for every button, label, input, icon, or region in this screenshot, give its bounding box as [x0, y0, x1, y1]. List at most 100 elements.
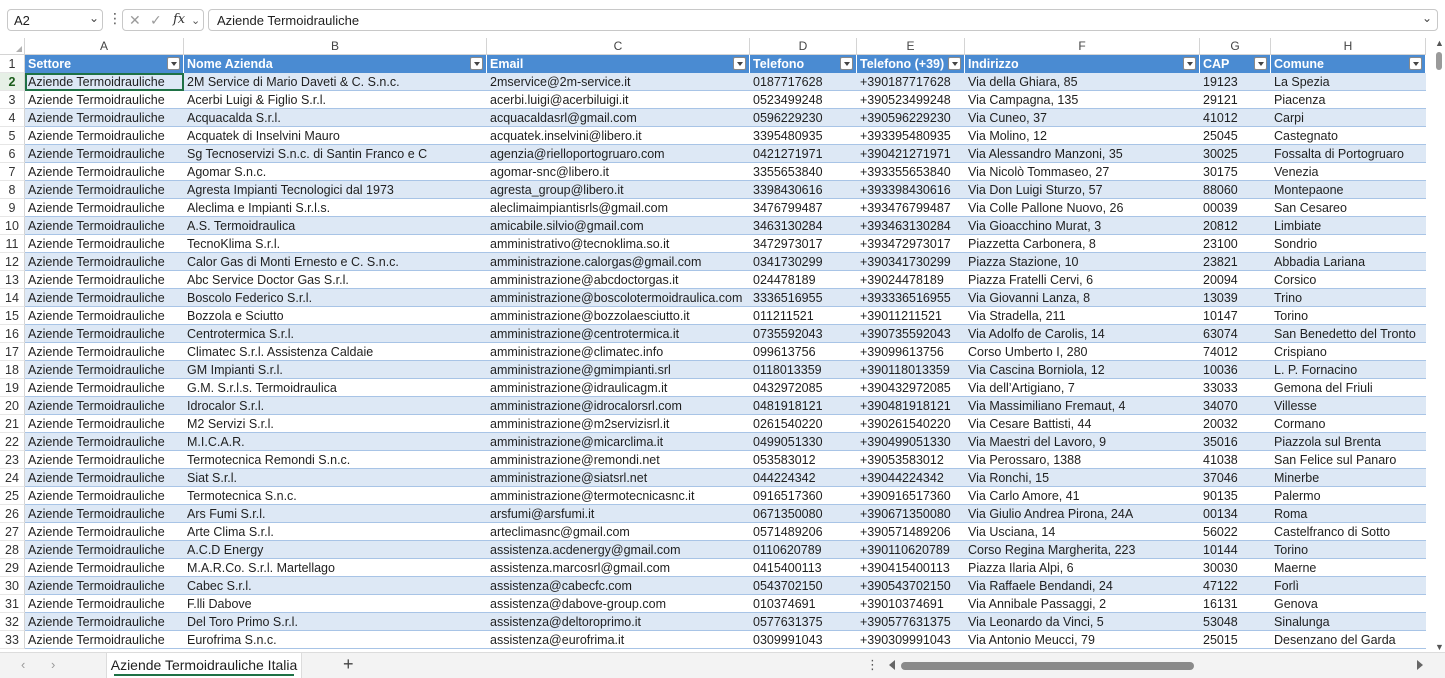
cell-comune[interactable]: Piazzola sul Brenta — [1271, 433, 1426, 451]
cell-email[interactable]: agresta_group@libero.it — [487, 181, 750, 199]
cell-nome-azienda[interactable]: Abc Service Doctor Gas S.r.l. — [184, 271, 487, 289]
cell-indirizzo[interactable]: Via Raffaele Bendandi, 24 — [965, 577, 1200, 595]
cell-comune[interactable]: Sinalunga — [1271, 613, 1426, 631]
row-header[interactable]: 13 — [0, 271, 25, 289]
cell-indirizzo[interactable]: Via Cesare Battisti, 44 — [965, 415, 1200, 433]
cell-cap[interactable]: 56022 — [1200, 523, 1271, 541]
cell-settore[interactable]: Aziende Termoidrauliche — [25, 181, 184, 199]
cell-email[interactable]: amministrazione@bozzolaesciutto.it — [487, 307, 750, 325]
cell-telefono[interactable]: 011211521 — [750, 307, 857, 325]
cell-cap[interactable]: 10036 — [1200, 361, 1271, 379]
cell-nome-azienda[interactable]: Termotecnica Remondi S.n.c. — [184, 451, 487, 469]
cell-nome-azienda[interactable]: 2M Service di Mario Daveti & C. S.n.c. — [184, 73, 487, 91]
row-header[interactable]: 25 — [0, 487, 25, 505]
cell-settore[interactable]: Aziende Termoidrauliche — [25, 145, 184, 163]
header-cell-telefono[interactable]: Telefono — [750, 55, 857, 73]
cell-cap[interactable]: 33033 — [1200, 379, 1271, 397]
cell-cap[interactable]: 20032 — [1200, 415, 1271, 433]
cell-comune[interactable]: San Cesareo — [1271, 199, 1426, 217]
cell-settore[interactable]: Aziende Termoidrauliche — [25, 217, 184, 235]
cell-comune[interactable]: Castegnato — [1271, 127, 1426, 145]
cell-email[interactable]: arsfumi@arsfumi.it — [487, 505, 750, 523]
cell-indirizzo[interactable]: Via Nicolò Tommaseo, 27 — [965, 163, 1200, 181]
cell-cap[interactable]: 20094 — [1200, 271, 1271, 289]
cell-email[interactable]: amministrativo@tecnoklima.so.it — [487, 235, 750, 253]
cell-settore[interactable]: Aziende Termoidrauliche — [25, 361, 184, 379]
cell-email[interactable]: amministrazione@remondi.net — [487, 451, 750, 469]
cell-settore[interactable]: Aziende Termoidrauliche — [25, 307, 184, 325]
cell-settore[interactable]: Aziende Termoidrauliche — [25, 163, 184, 181]
cell-nome-azienda[interactable]: Acquatek di Inselvini Mauro — [184, 127, 487, 145]
row-header[interactable]: 1 — [0, 55, 25, 73]
cell-telefono-39[interactable]: +39053583012 — [857, 451, 965, 469]
cell-cap[interactable]: 10144 — [1200, 541, 1271, 559]
row-header[interactable]: 27 — [0, 523, 25, 541]
cell-comune[interactable]: Limbiate — [1271, 217, 1426, 235]
column-header-e[interactable]: E — [857, 38, 965, 55]
cell-settore[interactable]: Aziende Termoidrauliche — [25, 451, 184, 469]
cell-email[interactable]: arteclimasnc@gmail.com — [487, 523, 750, 541]
horizontal-scroll-thumb[interactable] — [901, 662, 1194, 670]
cell-comune[interactable]: Carpi — [1271, 109, 1426, 127]
cell-telefono-39[interactable]: +390118013359 — [857, 361, 965, 379]
cell-telefono[interactable]: 053583012 — [750, 451, 857, 469]
cell-cap[interactable]: 74012 — [1200, 343, 1271, 361]
cell-telefono-39[interactable]: +390523499248 — [857, 91, 965, 109]
row-header[interactable]: 20 — [0, 397, 25, 415]
cell-telefono[interactable]: 0481918121 — [750, 397, 857, 415]
row-header[interactable]: 33 — [0, 631, 25, 649]
cell-indirizzo[interactable]: Via Adolfo de Carolis, 14 — [965, 325, 1200, 343]
cell-cap[interactable]: 20812 — [1200, 217, 1271, 235]
header-cell-telefono-39[interactable]: Telefono (+39) — [857, 55, 965, 73]
cell-nome-azienda[interactable]: Siat S.r.l. — [184, 469, 487, 487]
sheet-tab[interactable]: Aziende Termoidrauliche Italia — [106, 653, 302, 678]
cell-indirizzo[interactable]: Via Giovanni Lanza, 8 — [965, 289, 1200, 307]
cell-settore[interactable]: Aziende Termoidrauliche — [25, 487, 184, 505]
cell-indirizzo[interactable]: Via Cuneo, 37 — [965, 109, 1200, 127]
cell-settore[interactable]: Aziende Termoidrauliche — [25, 91, 184, 109]
cell-comune[interactable]: San Felice sul Panaro — [1271, 451, 1426, 469]
cell-comune[interactable]: Gemona del Friuli — [1271, 379, 1426, 397]
cell-comune[interactable]: Palermo — [1271, 487, 1426, 505]
cell-settore[interactable]: Aziende Termoidrauliche — [25, 379, 184, 397]
cell-settore[interactable]: Aziende Termoidrauliche — [25, 289, 184, 307]
cell-email[interactable]: agenzia@rielloportogruaro.com — [487, 145, 750, 163]
cell-indirizzo[interactable]: Via Gioacchino Murat, 3 — [965, 217, 1200, 235]
cell-telefono[interactable]: 0499051330 — [750, 433, 857, 451]
cell-telefono[interactable]: 3336516955 — [750, 289, 857, 307]
cell-telefono[interactable]: 0571489206 — [750, 523, 857, 541]
cell-nome-azienda[interactable]: Cabec S.r.l. — [184, 577, 487, 595]
cell-cap[interactable]: 63074 — [1200, 325, 1271, 343]
row-header[interactable]: 30 — [0, 577, 25, 595]
cell-telefono-39[interactable]: +390432972085 — [857, 379, 965, 397]
cell-email[interactable]: assistenza@deltoroprimo.it — [487, 613, 750, 631]
row-header[interactable]: 9 — [0, 199, 25, 217]
column-header-a[interactable]: A — [25, 38, 184, 55]
row-header[interactable]: 3 — [0, 91, 25, 109]
header-cell-comune[interactable]: Comune — [1271, 55, 1426, 73]
row-header[interactable]: 10 — [0, 217, 25, 235]
cell-comune[interactable]: Maerne — [1271, 559, 1426, 577]
row-header[interactable]: 29 — [0, 559, 25, 577]
cell-comune[interactable]: Roma — [1271, 505, 1426, 523]
row-header[interactable]: 5 — [0, 127, 25, 145]
cell-indirizzo[interactable]: Corso Umberto I, 280 — [965, 343, 1200, 361]
scroll-down-icon[interactable]: ▼ — [1435, 642, 1444, 652]
cell-nome-azienda[interactable]: Arte Clima S.r.l. — [184, 523, 487, 541]
cell-cap[interactable]: 10147 — [1200, 307, 1271, 325]
column-header-b[interactable]: B — [184, 38, 487, 55]
cell-nome-azienda[interactable]: Acquacalda S.r.l. — [184, 109, 487, 127]
cell-telefono[interactable]: 0110620789 — [750, 541, 857, 559]
row-header[interactable]: 26 — [0, 505, 25, 523]
cell-cap[interactable]: 53048 — [1200, 613, 1271, 631]
cell-nome-azienda[interactable]: A.S. Termoidraulica — [184, 217, 487, 235]
header-cell-email[interactable]: Email — [487, 55, 750, 73]
cell-settore[interactable]: Aziende Termoidrauliche — [25, 559, 184, 577]
chevron-down-icon[interactable]: ⌄ — [89, 11, 99, 25]
cell-nome-azienda[interactable]: Idrocalor S.r.l. — [184, 397, 487, 415]
header-cell-indirizzo[interactable]: Indirizzo — [965, 55, 1200, 73]
chevron-left-icon[interactable]: ‹ — [21, 657, 25, 672]
filter-dropdown-icon[interactable] — [840, 57, 853, 70]
cell-telefono[interactable]: 3395480935 — [750, 127, 857, 145]
cell-telefono[interactable]: 0187717628 — [750, 73, 857, 91]
